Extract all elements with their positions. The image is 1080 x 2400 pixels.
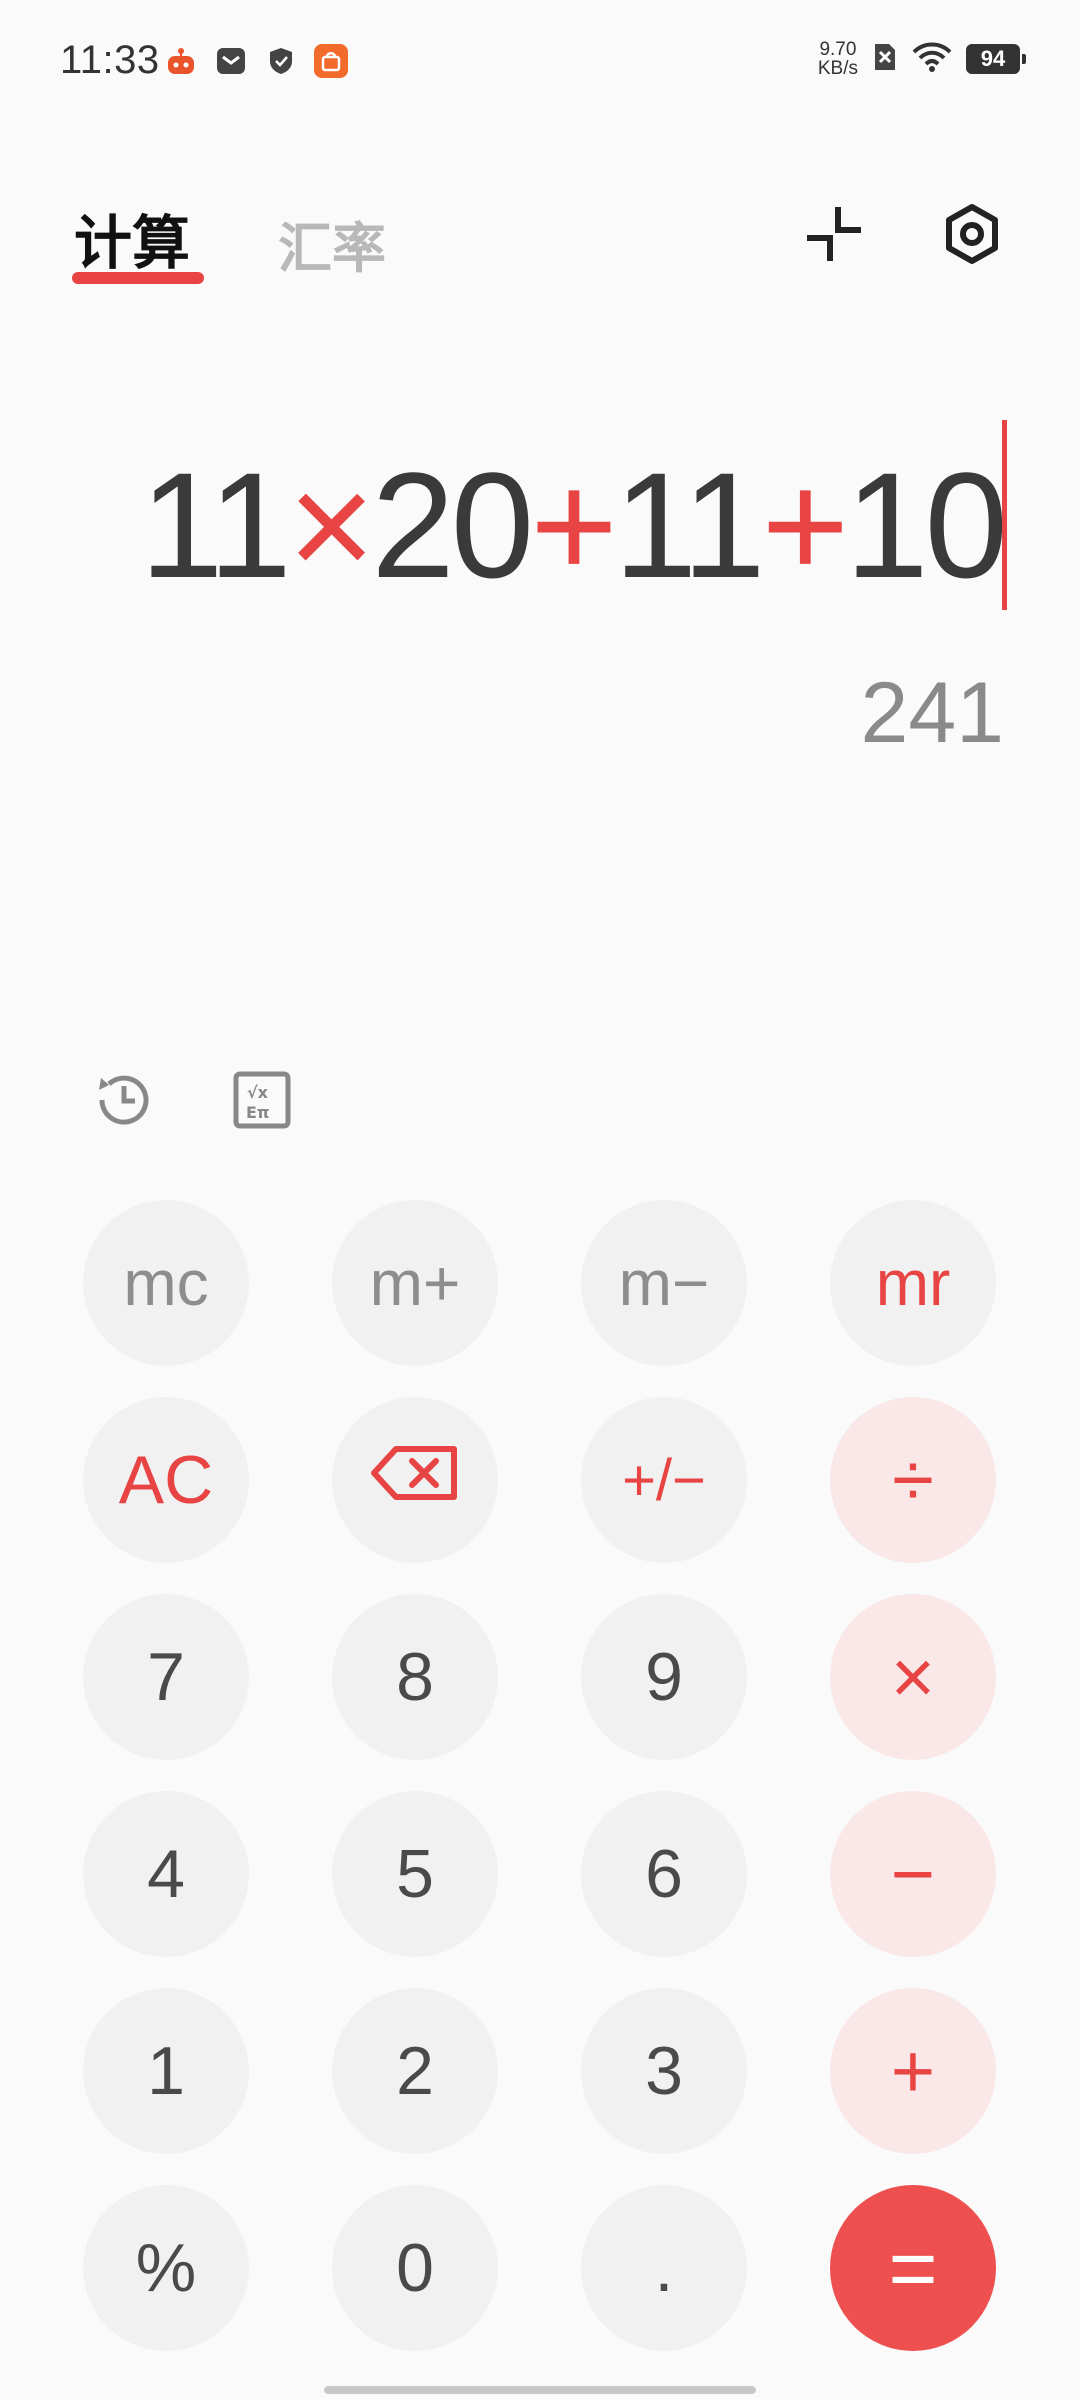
minus-button[interactable]: −: [830, 1791, 996, 1957]
mc-button[interactable]: mc: [83, 1200, 249, 1366]
expression-number: 20: [371, 441, 534, 609]
tab-exchange-rate[interactable]: 汇率: [278, 204, 386, 283]
zero-button[interactable]: 0: [332, 2185, 498, 2351]
history-icon[interactable]: [88, 1064, 160, 1136]
multiply-button[interactable]: ×: [830, 1594, 996, 1760]
robot-app-icon: [164, 44, 198, 78]
nine-button[interactable]: 9: [581, 1594, 747, 1760]
expression-operator: +: [761, 441, 850, 609]
result-preview: 241: [860, 665, 1005, 761]
equals-button[interactable]: =: [830, 2185, 996, 2351]
calculator-screen: 11:33 9.70 KB/s 94 计算 汇率 11×20+11+10 241…: [0, 0, 1080, 2400]
tab-calculate[interactable]: 计算: [74, 196, 190, 280]
status-bar: 11:33 9.70 KB/s 94: [0, 0, 1080, 130]
m-plus-button[interactable]: m+: [332, 1200, 498, 1366]
text-cursor: [1002, 420, 1007, 610]
plus-minus-button[interactable]: +/−: [581, 1397, 747, 1563]
backspace-icon: [370, 1441, 460, 1519]
network-speed-unit: KB/s: [817, 58, 858, 79]
system-status-icons: 9.70 KB/s 94: [818, 40, 1026, 78]
settings-icon[interactable]: [936, 198, 1008, 270]
shopping-app-icon: [314, 44, 348, 78]
expression-operator: ×: [287, 441, 376, 609]
shield-icon: [264, 44, 298, 78]
m-minus-button[interactable]: m−: [581, 1200, 747, 1366]
scientific-mode-icon[interactable]: √x Eπ: [226, 1064, 298, 1136]
notification-icons: [164, 44, 348, 78]
expression-number: 11: [140, 441, 292, 609]
svg-text:√x: √x: [247, 1083, 269, 1102]
eight-button[interactable]: 8: [332, 1594, 498, 1760]
network-speed: 9.70 KB/s: [818, 40, 858, 78]
status-time: 11:33: [60, 38, 160, 82]
network-speed-value: 9.70: [819, 39, 857, 60]
expression-operator: +: [530, 441, 618, 609]
one-button[interactable]: 1: [83, 1988, 249, 2154]
svg-text:Eπ: Eπ: [246, 1103, 270, 1122]
sim-disabled-icon: [872, 41, 898, 78]
expression-display[interactable]: 11×20+11+10: [140, 440, 1008, 610]
collapse-icon[interactable]: [798, 198, 870, 270]
battery-icon: 94: [966, 44, 1026, 74]
all-clear-button[interactable]: AC: [83, 1397, 249, 1563]
keypad: mc m+ m− mr AC +/− ÷ 7 8 9 × 4 5 6 − 1 2…: [83, 1200, 996, 2351]
plus-button[interactable]: +: [830, 1988, 996, 2154]
six-button[interactable]: 6: [581, 1791, 747, 1957]
divide-button[interactable]: ÷: [830, 1397, 996, 1563]
percent-button[interactable]: %: [83, 2185, 249, 2351]
four-button[interactable]: 4: [83, 1791, 249, 1957]
battery-level: 94: [980, 46, 1006, 71]
seven-button[interactable]: 7: [83, 1594, 249, 1760]
message-icon: [214, 44, 248, 78]
gesture-navigation-bar[interactable]: [324, 2386, 756, 2394]
backspace-button[interactable]: [332, 1397, 498, 1563]
active-tab-indicator: [72, 272, 204, 284]
decimal-button[interactable]: .: [581, 2185, 747, 2351]
expression-number: 11: [613, 441, 766, 609]
expression-number: 10: [845, 441, 1008, 609]
five-button[interactable]: 5: [332, 1791, 498, 1957]
three-button[interactable]: 3: [581, 1988, 747, 2154]
two-button[interactable]: 2: [332, 1988, 498, 2154]
mr-button[interactable]: mr: [830, 1200, 996, 1366]
wifi-icon: [912, 41, 952, 78]
